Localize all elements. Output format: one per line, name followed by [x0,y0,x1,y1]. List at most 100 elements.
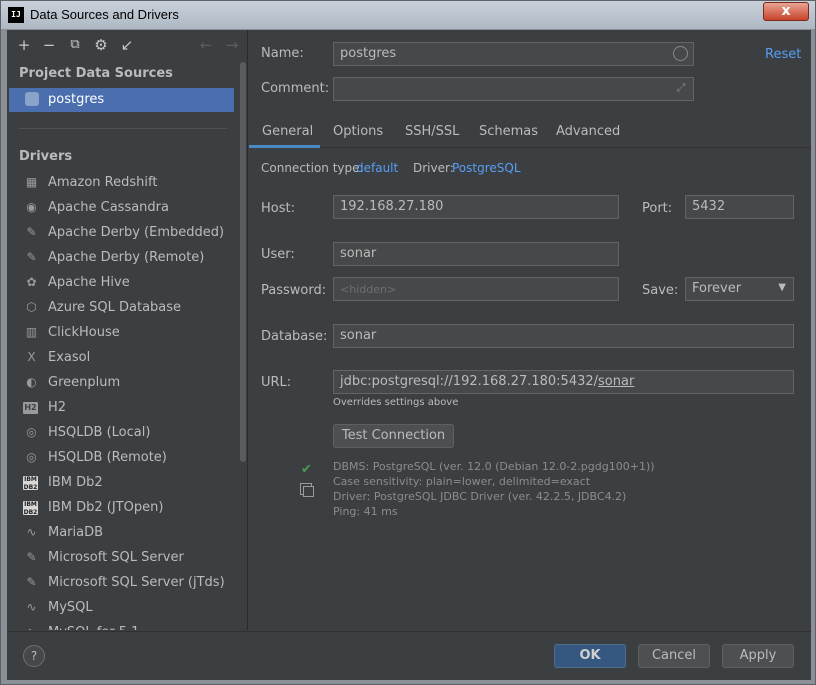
close-button[interactable]: x [763,2,809,21]
driver-item[interactable]: X Exasol [7,346,239,371]
driver-item[interactable]: ✎ Microsoft SQL Server (jTds) [7,571,239,596]
driver-item[interactable]: ∿ MySQL for 5.1 [7,621,239,630]
driver-label: Amazon Redshift [48,175,158,190]
save-select[interactable]: Forever ▼ [685,277,794,301]
name-field[interactable]: postgres [333,42,694,66]
test-connection-button[interactable]: Test Connection [333,424,454,448]
driver-item[interactable]: ▦ Amazon Redshift [7,171,239,196]
tab-options[interactable]: Options [333,118,383,148]
driver-item[interactable]: ∿ MySQL [7,596,239,621]
driver-icon: ◐ [26,375,37,389]
reset-link[interactable]: Reset [765,47,801,62]
status-case-sensitivity: Case sensitivity: plain=lower, delimited… [333,475,591,488]
driver-label: HSQLDB (Remote) [48,450,167,465]
help-button[interactable]: ? [23,645,45,667]
status-ping: Ping: 41 ms [333,505,398,518]
database-field[interactable]: sonar [333,324,794,348]
data-source-label: postgres [48,92,105,107]
tab-schemas[interactable]: Schemas [479,118,538,148]
driver-label: Driver: [413,161,454,175]
driver-icon: ◎ [26,425,37,439]
driver-label: HSQLDB (Local) [48,425,151,440]
port-field[interactable]: 5432 [685,195,794,219]
driver-item[interactable]: ∿ MariaDB [7,521,239,546]
driver-item[interactable]: ◐ Greenplum [7,371,239,396]
forward-arrow-icon[interactable]: → [223,36,241,54]
cancel-button[interactable]: Cancel [638,644,710,668]
status-dbms: DBMS: PostgreSQL (ver. 12.0 (Debian 12.0… [333,460,655,473]
comment-label: Comment: [261,81,330,96]
driver-item[interactable]: ✿ Apache Hive [7,271,239,296]
driver-label: IBM Db2 (JTOpen) [48,500,164,515]
back-arrow-icon[interactable]: ← [197,36,215,54]
expand-icon[interactable]: ⤢ [674,81,688,95]
apply-button[interactable]: Apply [722,644,794,668]
driver-icon: ◎ [26,450,37,464]
driver-label: Microsoft SQL Server (jTds) [48,575,225,590]
sidebar-toolbar: + − ⧉ ⚙ ↙ ← → [7,30,248,60]
duplicate-icon[interactable]: ⧉ [66,36,84,54]
host-label: Host: [261,201,295,216]
driver-item[interactable]: ⬡ Azure SQL Database [7,296,239,321]
url-field[interactable]: jdbc:postgresql://192.168.27.180:5432/so… [333,370,794,394]
tab-advanced[interactable]: Advanced [556,118,620,148]
driver-icon: ∿ [26,525,37,539]
data-source-item-postgres[interactable]: postgres [9,88,234,112]
title-bar[interactable]: IJ Data Sources and Drivers x [1,1,815,29]
drivers-heading: Drivers [19,149,73,164]
driver-label: Apache Hive [48,275,130,290]
user-label: User: [261,247,295,262]
driver-label: IBM Db2 [48,475,103,490]
driver-item[interactable]: IBM DB2 IBM Db2 [7,471,239,496]
driver-icon: ✎ [26,550,37,564]
tab-ssh-ssl[interactable]: SSH/SSL [405,118,459,148]
add-icon[interactable]: + [15,36,33,54]
driver-label: Greenplum [48,375,121,390]
driver-item[interactable]: ▥ ClickHouse [7,321,239,346]
tab-general[interactable]: General [249,118,320,148]
connection-type-dropdown[interactable]: default [356,161,398,175]
driver-item[interactable]: ◉ Apache Cassandra [7,196,239,221]
password-field[interactable]: <hidden> [333,277,619,301]
dialog-content: + − ⧉ ⚙ ↙ ← → Project Data Sources postg… [7,30,811,680]
driver-item[interactable]: IBM DB2 IBM Db2 (JTOpen) [7,496,239,521]
dialog-window: IJ Data Sources and Drivers x + − ⧉ ⚙ ↙ … [0,0,816,685]
driver-item[interactable]: ✎ Microsoft SQL Server [7,546,239,571]
app-logo-icon: IJ [8,7,24,23]
driver-link[interactable]: PostgreSQL [452,161,521,175]
scrollbar-thumb[interactable] [240,62,246,462]
driver-icon: H2 [23,402,38,414]
color-circle-icon[interactable] [673,46,688,61]
sidebar-scrollbar[interactable] [239,62,247,630]
url-database: sonar [598,374,635,389]
driver-icon: ✿ [26,275,37,289]
chevron-down-icon: ▼ [778,282,786,293]
driver-icon: ✎ [26,575,37,589]
driver-item[interactable]: ◎ HSQLDB (Remote) [7,446,239,471]
driver-item[interactable]: H2 H2 [7,396,239,421]
status-driver: Driver: PostgreSQL JDBC Driver (ver. 42.… [333,490,627,503]
main-panel: Name: postgres Reset Comment: ⤢ General … [249,30,811,630]
name-label: Name: [261,46,304,61]
import-icon[interactable]: ↙ [118,36,136,54]
user-field[interactable]: sonar [333,242,619,266]
driver-icon: ▦ [25,175,38,189]
remove-icon[interactable]: − [40,36,58,54]
driver-label: MySQL [48,600,93,615]
comment-field[interactable]: ⤢ [333,77,694,101]
driver-item[interactable]: ✎ Apache Derby (Embedded) [7,221,239,246]
driver-label: MySQL for 5.1 [48,625,139,630]
driver-icon: ∿ [26,600,37,614]
driver-label: MariaDB [48,525,104,540]
url-label: URL: [261,375,292,390]
driver-label: Apache Derby (Remote) [48,250,205,265]
driver-item[interactable]: ✎ Apache Derby (Remote) [7,246,239,271]
driver-icon: ✎ [26,225,37,239]
host-field[interactable]: 192.168.27.180 [333,195,619,219]
driver-icon: ∿ [23,624,40,630]
wrench-icon[interactable]: ⚙ [92,36,110,54]
url-note: Overrides settings above [333,397,459,408]
ok-button[interactable]: OK [554,644,626,668]
copy-icon[interactable] [300,483,314,497]
driver-item[interactable]: ◎ HSQLDB (Local) [7,421,239,446]
